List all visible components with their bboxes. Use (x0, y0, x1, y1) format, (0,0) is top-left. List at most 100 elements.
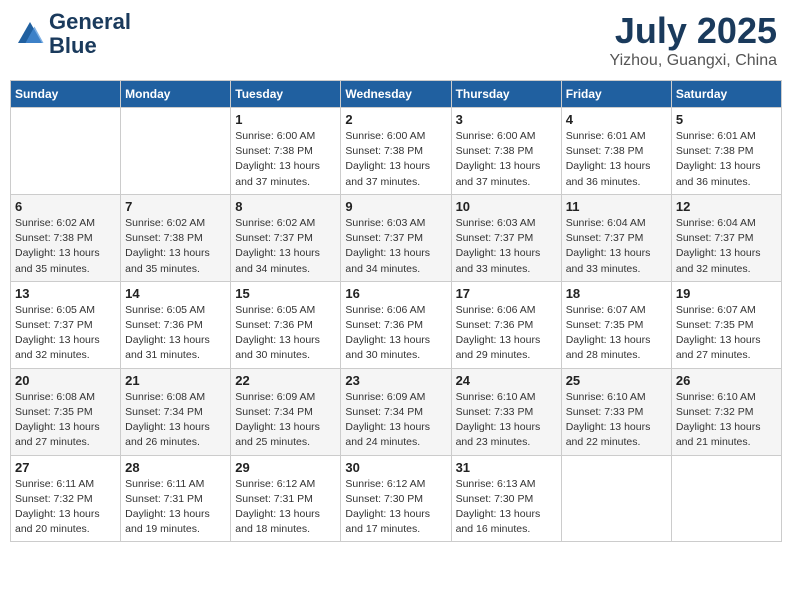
weekday-header-sunday: Sunday (11, 81, 121, 108)
day-info: Sunrise: 6:08 AM Sunset: 7:34 PM Dayligh… (125, 390, 226, 451)
day-cell: 20 Sunrise: 6:08 AM Sunset: 7:35 PM Dayli… (11, 368, 121, 455)
day-number: 14 (125, 286, 226, 301)
day-cell: 9Sunrise: 6:03 AM Sunset: 7:37 PM Daylig… (341, 194, 451, 281)
day-cell: 25Sunrise: 6:10 AM Sunset: 7:33 PM Dayli… (561, 368, 671, 455)
day-number: 7 (125, 199, 226, 214)
day-cell: 14 Sunrise: 6:05 AM Sunset: 7:36 PM Dayli… (121, 281, 231, 368)
day-info: Sunrise: 6:01 AM Sunset: 7:38 PM Dayligh… (676, 129, 777, 190)
day-info: Sunrise: 6:05 AM Sunset: 7:37 PM Dayligh… (15, 303, 116, 364)
day-number: 12 (676, 199, 777, 214)
day-cell: 21 Sunrise: 6:08 AM Sunset: 7:34 PM Dayli… (121, 368, 231, 455)
day-number: 22 (235, 373, 336, 388)
logo-text: General Blue (49, 10, 131, 58)
day-cell: 4 Sunrise: 6:01 AM Sunset: 7:38 PM Daylig… (561, 108, 671, 195)
day-number: 10 (456, 199, 557, 214)
day-info: Sunrise: 6:05 AM Sunset: 7:36 PM Dayligh… (125, 303, 226, 364)
week-row-3: 20 Sunrise: 6:08 AM Sunset: 7:35 PM Dayli… (11, 368, 782, 455)
day-number: 23 (345, 373, 446, 388)
day-cell: 16 Sunrise: 6:06 AM Sunset: 7:36 PM Dayli… (341, 281, 451, 368)
day-info: Sunrise: 6:10 AM Sunset: 7:32 PM Dayligh… (676, 390, 777, 451)
week-row-4: 27Sunrise: 6:11 AM Sunset: 7:32 PM Dayli… (11, 455, 782, 542)
day-number: 6 (15, 199, 116, 214)
day-cell: 30 Sunrise: 6:12 AM Sunset: 7:30 PM Dayli… (341, 455, 451, 542)
day-info: Sunrise: 6:02 AM Sunset: 7:37 PM Dayligh… (235, 216, 336, 277)
day-info: Sunrise: 6:12 AM Sunset: 7:30 PM Dayligh… (345, 477, 446, 538)
day-cell: 17 Sunrise: 6:06 AM Sunset: 7:36 PM Dayli… (451, 281, 561, 368)
day-cell: 28Sunrise: 6:11 AM Sunset: 7:31 PM Dayli… (121, 455, 231, 542)
logo: General Blue (15, 10, 131, 58)
day-cell: 31 Sunrise: 6:13 AM Sunset: 7:30 PM Dayli… (451, 455, 561, 542)
day-number: 21 (125, 373, 226, 388)
day-number: 16 (345, 286, 446, 301)
day-info: Sunrise: 6:06 AM Sunset: 7:36 PM Dayligh… (456, 303, 557, 364)
day-cell: 26 Sunrise: 6:10 AM Sunset: 7:32 PM Dayli… (671, 368, 781, 455)
day-info: Sunrise: 6:08 AM Sunset: 7:35 PM Dayligh… (15, 390, 116, 451)
day-cell: 24Sunrise: 6:10 AM Sunset: 7:33 PM Dayli… (451, 368, 561, 455)
day-info: Sunrise: 6:12 AM Sunset: 7:31 PM Dayligh… (235, 477, 336, 538)
day-number: 29 (235, 460, 336, 475)
day-cell (11, 108, 121, 195)
day-cell: 2 Sunrise: 6:00 AM Sunset: 7:38 PM Daylig… (341, 108, 451, 195)
day-number: 20 (15, 373, 116, 388)
logo-icon (15, 19, 45, 49)
day-info: Sunrise: 6:13 AM Sunset: 7:30 PM Dayligh… (456, 477, 557, 538)
day-number: 1 (235, 112, 336, 127)
day-info: Sunrise: 6:07 AM Sunset: 7:35 PM Dayligh… (676, 303, 777, 364)
day-cell (561, 455, 671, 542)
day-cell: 6Sunrise: 6:02 AM Sunset: 7:38 PM Daylig… (11, 194, 121, 281)
day-cell: 5 Sunrise: 6:01 AM Sunset: 7:38 PM Daylig… (671, 108, 781, 195)
day-info: Sunrise: 6:00 AM Sunset: 7:38 PM Dayligh… (235, 129, 336, 190)
day-info: Sunrise: 6:02 AM Sunset: 7:38 PM Dayligh… (125, 216, 226, 277)
day-cell (121, 108, 231, 195)
day-cell: 13Sunrise: 6:05 AM Sunset: 7:37 PM Dayli… (11, 281, 121, 368)
day-cell: 29 Sunrise: 6:12 AM Sunset: 7:31 PM Dayli… (231, 455, 341, 542)
day-number: 4 (566, 112, 667, 127)
weekday-header-monday: Monday (121, 81, 231, 108)
week-row-0: 1 Sunrise: 6:00 AM Sunset: 7:38 PM Daylig… (11, 108, 782, 195)
day-number: 17 (456, 286, 557, 301)
day-info: Sunrise: 6:11 AM Sunset: 7:31 PM Dayligh… (125, 477, 226, 538)
day-number: 19 (676, 286, 777, 301)
day-info: Sunrise: 6:06 AM Sunset: 7:36 PM Dayligh… (345, 303, 446, 364)
day-cell (671, 455, 781, 542)
weekday-header-saturday: Saturday (671, 81, 781, 108)
day-info: Sunrise: 6:01 AM Sunset: 7:38 PM Dayligh… (566, 129, 667, 190)
day-number: 26 (676, 373, 777, 388)
day-number: 11 (566, 199, 667, 214)
day-info: Sunrise: 6:09 AM Sunset: 7:34 PM Dayligh… (235, 390, 336, 451)
week-row-2: 13Sunrise: 6:05 AM Sunset: 7:37 PM Dayli… (11, 281, 782, 368)
day-cell: 23 Sunrise: 6:09 AM Sunset: 7:34 PM Dayli… (341, 368, 451, 455)
day-cell: 1 Sunrise: 6:00 AM Sunset: 7:38 PM Daylig… (231, 108, 341, 195)
week-row-1: 6 Sunrise: 6:02 AM Sunset: 7:38 PM Daylig… (11, 194, 782, 281)
day-number: 18 (566, 286, 667, 301)
day-info: Sunrise: 6:03 AM Sunset: 7:37 PM Dayligh… (456, 216, 557, 277)
day-cell: 15 Sunrise: 6:05 AM Sunset: 7:36 PM Dayli… (231, 281, 341, 368)
weekday-header-thursday: Thursday (451, 81, 561, 108)
weekday-header-row: SundayMondayTuesdayWednesdayThursdayFrid… (11, 81, 782, 108)
day-number: 27 (15, 460, 116, 475)
day-number: 31 (456, 460, 557, 475)
day-number: 24 (456, 373, 557, 388)
day-number: 3 (456, 112, 557, 127)
day-number: 30 (345, 460, 446, 475)
day-number: 5 (676, 112, 777, 127)
title-block: July 2025 Yizhou, Guangxi, China (609, 10, 777, 70)
month-title: July 2025 (609, 10, 777, 52)
day-number: 2 (345, 112, 446, 127)
day-info: Sunrise: 6:00 AM Sunset: 7:38 PM Dayligh… (345, 129, 446, 190)
day-info: Sunrise: 6:05 AM Sunset: 7:36 PM Dayligh… (235, 303, 336, 364)
day-number: 15 (235, 286, 336, 301)
day-cell: 27Sunrise: 6:11 AM Sunset: 7:32 PM Dayli… (11, 455, 121, 542)
day-info: Sunrise: 6:09 AM Sunset: 7:34 PM Dayligh… (345, 390, 446, 451)
day-info: Sunrise: 6:07 AM Sunset: 7:35 PM Dayligh… (566, 303, 667, 364)
day-cell: 10 Sunrise: 6:03 AM Sunset: 7:37 PM Dayli… (451, 194, 561, 281)
day-cell: 3 Sunrise: 6:00 AM Sunset: 7:38 PM Daylig… (451, 108, 561, 195)
day-cell: 22 Sunrise: 6:09 AM Sunset: 7:34 PM Dayli… (231, 368, 341, 455)
weekday-header-tuesday: Tuesday (231, 81, 341, 108)
page-header: General Blue July 2025 Yizhou, Guangxi, … (10, 10, 782, 70)
day-number: 25 (566, 373, 667, 388)
day-info: Sunrise: 6:04 AM Sunset: 7:37 PM Dayligh… (676, 216, 777, 277)
day-info: Sunrise: 6:00 AM Sunset: 7:38 PM Dayligh… (456, 129, 557, 190)
weekday-header-friday: Friday (561, 81, 671, 108)
day-cell: 18 Sunrise: 6:07 AM Sunset: 7:35 PM Dayli… (561, 281, 671, 368)
